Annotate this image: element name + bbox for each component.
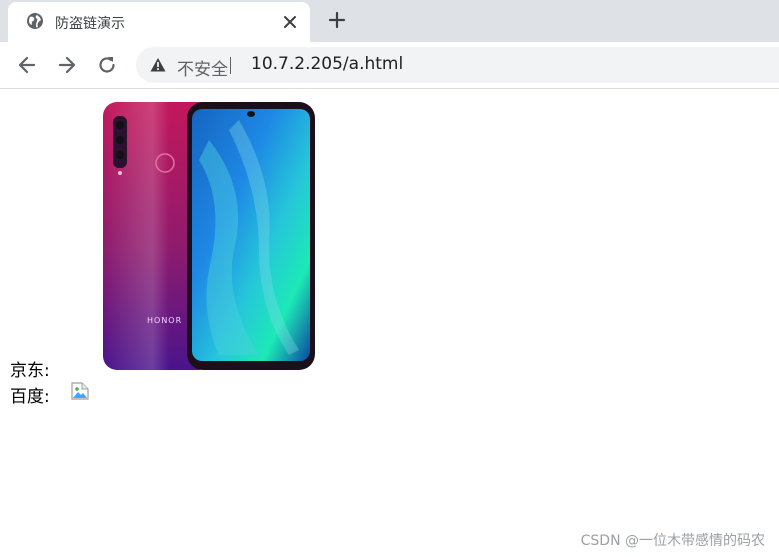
security-label[interactable]: 不安全 <box>177 55 228 80</box>
new-tab-plus-icon[interactable] <box>327 10 347 30</box>
jd-label: 京东: <box>10 361 50 381</box>
csdn-watermark: CSDN @一位木带感情的码农 <box>580 533 765 549</box>
forward-arrow-icon[interactable] <box>56 54 78 76</box>
tab-strip: 防盗链演示 <box>0 0 779 42</box>
active-tab[interactable]: 防盗链演示 <box>8 2 310 42</box>
tab-title: 防盗链演示 <box>55 16 125 32</box>
broken-image-icon <box>71 382 89 400</box>
baidu-label: 百度: <box>10 387 50 407</box>
back-arrow-icon[interactable] <box>16 54 38 76</box>
honor-phone-image: HONOR <box>103 102 315 370</box>
address-bar[interactable]: 不安全 10.7.2.205/a.html <box>136 47 779 83</box>
reload-icon[interactable] <box>96 54 118 76</box>
url-text[interactable]: 10.7.2.205/a.html <box>251 54 403 74</box>
page-content: HONOR 京东: 百度: CSDN @一位木带感情的码农 <box>0 89 779 557</box>
globe-icon <box>27 13 43 29</box>
svg-text:HONOR: HONOR <box>147 316 182 325</box>
browser-toolbar: 不安全 10.7.2.205/a.html <box>0 42 779 89</box>
close-icon[interactable] <box>282 14 298 30</box>
omnibox-divider <box>230 57 231 74</box>
warning-icon[interactable] <box>150 57 166 73</box>
